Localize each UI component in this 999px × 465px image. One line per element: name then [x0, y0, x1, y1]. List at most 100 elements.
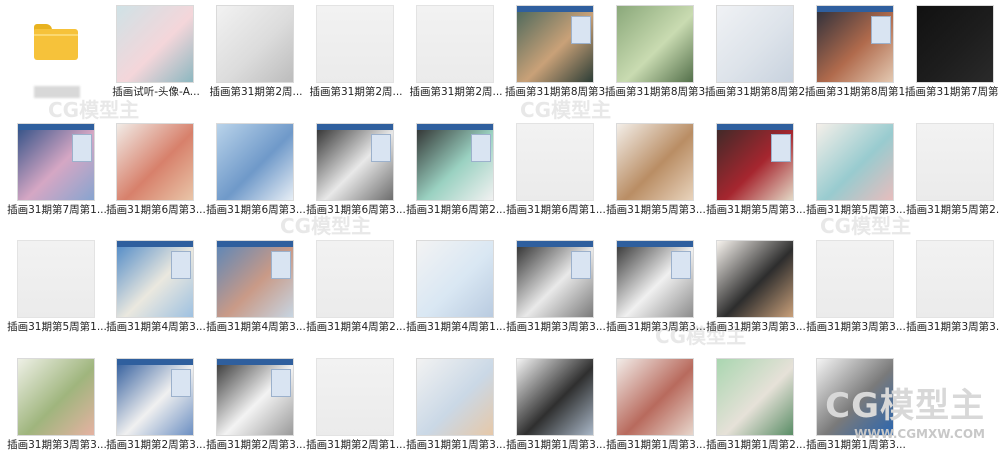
- file-item[interactable]: 插画试听-头像-A...: [99, 0, 200, 112]
- file-item[interactable]: 插画31期第4周第2...: [299, 235, 406, 347]
- file-item[interactable]: 插画31期第1周第3...: [599, 353, 706, 465]
- file-item[interactable]: 插画31期第3周第3...: [799, 235, 906, 347]
- file-item[interactable]: 插画31期第2周第1...: [299, 353, 406, 465]
- file-item[interactable]: 插画31期第3周第3...: [499, 235, 606, 347]
- file-item[interactable]: 插画31期第5周第3...: [799, 118, 906, 230]
- file-item[interactable]: 插画31期第5周第3...: [699, 118, 806, 230]
- file-item[interactable]: 插画31期第6周第3...: [199, 118, 306, 230]
- image-thumbnail: [616, 240, 694, 318]
- image-thumbnail: [416, 358, 494, 436]
- file-label: 插画31期第1周第3...: [806, 439, 906, 451]
- file-item[interactable]: 插画第31期第7周第2...: [899, 0, 999, 112]
- thumbnail-art: [817, 124, 893, 200]
- file-item[interactable]: 插画31期第5周第3...: [599, 118, 706, 230]
- thumbnail-ui-bar: [317, 124, 393, 130]
- file-item[interactable]: 插画31期第4周第1...: [399, 235, 506, 347]
- file-label: 插画31期第4周第2...: [306, 321, 406, 333]
- file-item[interactable]: 插画31期第5周第2...: [899, 118, 999, 230]
- thumbnail-ui-bar: [217, 359, 293, 365]
- file-item[interactable]: 插画第31期第2周...: [399, 0, 503, 112]
- file-item[interactable]: 插画31期第2周第3...: [199, 353, 306, 465]
- thumbnail-ui-bar: [18, 124, 94, 130]
- file-item[interactable]: 插画31期第5周第1...: [0, 235, 107, 347]
- file-item[interactable]: 插画31期第6周第2...: [399, 118, 506, 230]
- file-label: 插画31期第5周第3...: [706, 204, 806, 216]
- file-item[interactable]: 插画31期第6周第1...: [499, 118, 606, 230]
- thumbnail-art: [917, 124, 993, 200]
- image-thumbnail: [216, 358, 294, 436]
- file-item[interactable]: 插画31期第3周第3...: [899, 235, 999, 347]
- file-item[interactable]: 插画31期第1周第3...: [399, 353, 506, 465]
- file-item[interactable]: 插画第31期第8周第1...: [799, 0, 907, 112]
- thumbnail-art: [18, 359, 94, 435]
- file-label: 插画31期第1周第3...: [606, 439, 706, 451]
- file-item[interactable]: 插画第31期第8周第3...: [599, 0, 707, 112]
- thumbnail-ui-panel: [271, 251, 291, 279]
- file-item[interactable]: 插画第31期第8周第3...: [499, 0, 607, 112]
- file-item[interactable]: 插画31期第4周第3...: [199, 235, 306, 347]
- thumbnail-art: [417, 241, 493, 317]
- image-thumbnail: [816, 123, 894, 201]
- thumbnail-art: [117, 124, 193, 200]
- file-item[interactable]: 插画31期第4周第3...: [99, 235, 206, 347]
- file-label: 插画31期第6周第2...: [406, 204, 506, 216]
- thumbnail-ui-bar: [117, 359, 193, 365]
- folder-icon: [34, 24, 78, 60]
- file-label: 插画31期第5周第2...: [906, 204, 999, 216]
- thumbnail-art: [817, 359, 893, 435]
- file-label: 插画第31期第8周第3...: [605, 86, 707, 98]
- image-thumbnail: [17, 240, 95, 318]
- image-thumbnail: [216, 240, 294, 318]
- file-item[interactable]: 插画第31期第8周第2...: [699, 0, 807, 112]
- image-thumbnail: [916, 240, 994, 318]
- thumbnail-ui-panel: [571, 16, 591, 44]
- file-label: 插画31期第1周第3...: [506, 439, 606, 451]
- image-thumbnail: [316, 358, 394, 436]
- file-label: 插画31期第6周第3...: [106, 204, 206, 216]
- thumbnail-ui-bar: [117, 241, 193, 247]
- image-thumbnail: [17, 358, 95, 436]
- image-thumbnail: [116, 123, 194, 201]
- file-item[interactable]: 插画第31期第2周...: [199, 0, 303, 112]
- image-thumbnail: [116, 5, 194, 83]
- file-item[interactable]: 插画31期第2周第3...: [99, 353, 206, 465]
- image-thumbnail: [816, 358, 894, 436]
- image-thumbnail: [616, 123, 694, 201]
- file-item[interactable]: 插画31期第3周第3...: [0, 353, 107, 465]
- file-item[interactable]: 插画31期第3周第3...: [599, 235, 706, 347]
- file-item[interactable]: 插画31期第7周第1...: [0, 118, 107, 230]
- image-thumbnail: [616, 5, 694, 83]
- thumbnail-art: [717, 6, 793, 82]
- file-label: 插画第31期第7周第2...: [905, 86, 999, 98]
- file-label: 插画第31期第8周第1...: [805, 86, 907, 98]
- image-thumbnail: [716, 240, 794, 318]
- thumbnail-ui-panel: [571, 251, 591, 279]
- file-item[interactable]: 插画第31期第2周...: [299, 0, 403, 112]
- image-thumbnail: [516, 240, 594, 318]
- file-label: 插画31期第5周第1...: [7, 321, 107, 333]
- image-thumbnail: [916, 123, 994, 201]
- thumbnail-ui-bar: [617, 241, 693, 247]
- file-item[interactable]: 插画31期第1周第3...: [499, 353, 606, 465]
- folder-item[interactable]: [0, 0, 100, 112]
- file-item[interactable]: 插画31期第6周第3...: [99, 118, 206, 230]
- file-item[interactable]: 插画31期第3周第3...: [699, 235, 806, 347]
- file-item[interactable]: 插画31期第1周第3...: [799, 353, 906, 465]
- file-label: 插画31期第3周第3...: [906, 321, 999, 333]
- thumbnail-art: [18, 241, 94, 317]
- image-thumbnail: [116, 358, 194, 436]
- file-label: 插画31期第5周第3...: [806, 204, 906, 216]
- thumbnail-art: [817, 241, 893, 317]
- file-grid: 插画试听-头像-A... 插画第31期第2周... 插画第31期第2周... 插画第3…: [0, 0, 999, 455]
- image-thumbnail: [216, 123, 294, 201]
- image-thumbnail: [316, 123, 394, 201]
- file-label: 插画31期第4周第3...: [106, 321, 206, 333]
- redacted-label: [34, 86, 80, 98]
- image-thumbnail: [916, 5, 994, 83]
- image-thumbnail: [516, 358, 594, 436]
- thumbnail-ui-bar: [817, 6, 893, 12]
- file-label: 插画31期第6周第3...: [206, 204, 306, 216]
- file-item[interactable]: 插画31期第1周第2...: [699, 353, 806, 465]
- thumbnail-art: [317, 241, 393, 317]
- file-item[interactable]: 插画31期第6周第3...: [299, 118, 406, 230]
